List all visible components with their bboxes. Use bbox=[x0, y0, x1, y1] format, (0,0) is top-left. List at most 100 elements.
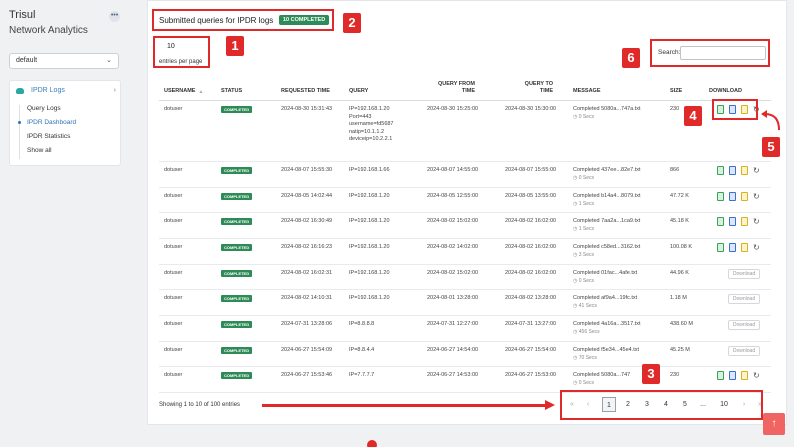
message-duration: ◷ 3 Secs bbox=[573, 251, 595, 258]
cell-requested-time: 2024-08-07 15:55:30 bbox=[281, 167, 333, 173]
csv-file-icon[interactable] bbox=[717, 371, 724, 380]
cell-query-to: 2024-06-27 15:54:00 bbox=[505, 347, 557, 353]
csv-file-icon[interactable] bbox=[717, 166, 724, 175]
nav-section-ipdr-logs[interactable]: IPDR Logs › bbox=[16, 87, 116, 99]
refresh-icon[interactable]: ↻ bbox=[753, 217, 762, 226]
annotation-box-6 bbox=[650, 39, 770, 67]
cell-query-to: 2024-08-30 15:30:00 bbox=[505, 106, 557, 112]
pdf-file-icon[interactable] bbox=[741, 192, 748, 201]
cell-query-from: 2024-08-30 15:25:00 bbox=[427, 106, 479, 112]
col-message[interactable]: MESSAGE bbox=[573, 88, 601, 95]
workspace-select[interactable]: default ⌄ bbox=[9, 53, 119, 69]
message-text: Completed 437ee...82e7.txt bbox=[573, 167, 641, 173]
cell-size: 230 bbox=[670, 106, 680, 112]
ellipsis-icon[interactable]: ••• bbox=[109, 11, 120, 22]
annotation-marker bbox=[367, 440, 377, 447]
cell-query-from: 2024-08-02 15:02:00 bbox=[427, 270, 479, 276]
status-badge: COMPLETED bbox=[221, 321, 253, 328]
cell-requested-time: 2024-06-27 15:54:09 bbox=[281, 347, 333, 353]
message-duration: ◷ 0 Secs bbox=[573, 113, 595, 120]
col-username[interactable]: USERNAME ▲ bbox=[164, 88, 203, 95]
cell-size: 44.96 K bbox=[670, 270, 689, 276]
status-badge: COMPLETED bbox=[221, 218, 253, 225]
cell-query-from: 2024-08-05 12:55:00 bbox=[427, 193, 479, 199]
download-button[interactable]: Download bbox=[728, 320, 760, 330]
cell-requested-time: 2024-08-02 16:30:49 bbox=[281, 218, 333, 224]
refresh-icon[interactable]: ↻ bbox=[753, 192, 762, 201]
cell-username: dotuser bbox=[164, 106, 183, 112]
pdf-file-icon[interactable] bbox=[741, 217, 748, 226]
status-badge: COMPLETED bbox=[221, 106, 253, 113]
doc-file-icon[interactable] bbox=[729, 217, 736, 226]
showing-entries: Showing 1 to 10 of 100 entries bbox=[159, 402, 241, 408]
refresh-icon[interactable]: ↻ bbox=[753, 243, 762, 252]
cell-username: dotuser bbox=[164, 347, 183, 353]
doc-file-icon[interactable] bbox=[729, 166, 736, 175]
message-text: Completed 5080a...747a.txt bbox=[573, 106, 641, 112]
message-text: Completed 01fac...4afe.txt bbox=[573, 270, 638, 276]
cell-query-to: 2024-08-02 13:28:00 bbox=[505, 295, 557, 301]
col-query-to[interactable]: QUERY TO TIME bbox=[515, 81, 553, 95]
workspace-select-value: default bbox=[16, 57, 38, 64]
doc-file-icon[interactable] bbox=[729, 243, 736, 252]
cell-query: IP=192.168.1.20 Port=443 username=fd5687… bbox=[349, 106, 394, 142]
pdf-file-icon[interactable] bbox=[741, 243, 748, 252]
table-row: dotuser COMPLETED 2024-08-02 16:16:23 IP… bbox=[159, 239, 771, 265]
csv-file-icon[interactable] bbox=[717, 192, 724, 201]
cell-size: 866 bbox=[670, 167, 680, 173]
download-button[interactable]: Download bbox=[728, 269, 760, 279]
refresh-icon[interactable]: ↻ bbox=[753, 166, 762, 175]
chevron-right-icon: › bbox=[113, 87, 116, 94]
cell-size: 438.60 M bbox=[670, 321, 693, 327]
nav-item-ipdr-dashboard[interactable]: IPDR Dashboard bbox=[27, 119, 76, 126]
pdf-file-icon[interactable] bbox=[741, 166, 748, 175]
nav-divider bbox=[19, 105, 20, 159]
cell-requested-time: 2024-07-31 13:28:06 bbox=[281, 321, 333, 327]
download-actions: ↻ bbox=[717, 166, 769, 176]
table-row: dotuser COMPLETED 2024-07-31 13:28:06 IP… bbox=[159, 316, 771, 342]
download-button[interactable]: Download bbox=[728, 346, 760, 356]
nav-panel: IPDR Logs › Query Logs IPDR Dashboard IP… bbox=[9, 80, 121, 166]
cell-username: dotuser bbox=[164, 167, 183, 173]
message-text: Completed 4a16a...3517.txt bbox=[573, 321, 641, 327]
table-row: dotuser COMPLETED 2024-08-07 15:55:30 IP… bbox=[159, 162, 771, 188]
nav-item-ipdr-statistics[interactable]: IPDR Statistics bbox=[27, 133, 70, 140]
cell-query: IP=8.8.8.8 bbox=[349, 321, 375, 327]
table-row: dotuser COMPLETED 2024-08-05 14:02:44 IP… bbox=[159, 188, 771, 213]
annotation-tag-1: 1 bbox=[226, 36, 244, 56]
table-row: dotuser COMPLETED 2024-08-30 15:31:43 IP… bbox=[159, 101, 771, 162]
status-badge: COMPLETED bbox=[221, 244, 253, 251]
download-button[interactable]: Download bbox=[728, 294, 760, 304]
cell-message: Completed c58ed...3162.txt ◷ 3 Secs bbox=[573, 244, 640, 259]
nav-section-label: IPDR Logs bbox=[31, 87, 65, 94]
sidebar: Trisul Network Analytics ••• default ⌄ I… bbox=[0, 0, 133, 447]
active-dot-icon bbox=[18, 121, 21, 124]
cell-query-to: 2024-06-27 15:53:00 bbox=[505, 372, 557, 378]
cell-query: IP=8.8.4.4 bbox=[349, 347, 375, 353]
col-size[interactable]: SIZE bbox=[670, 88, 682, 95]
cell-requested-time: 2024-08-02 16:02:31 bbox=[281, 270, 333, 276]
cell-username: dotuser bbox=[164, 372, 183, 378]
message-duration: ◷ 0 Secs bbox=[573, 277, 595, 284]
nav-item-show-all[interactable]: Show all bbox=[27, 147, 52, 154]
nav-item-query-logs[interactable]: Query Logs bbox=[27, 105, 61, 112]
col-requested-time[interactable]: REQUESTED TIME bbox=[281, 88, 330, 95]
col-query[interactable]: QUERY bbox=[349, 88, 368, 95]
doc-file-icon[interactable] bbox=[729, 192, 736, 201]
doc-file-icon[interactable] bbox=[729, 371, 736, 380]
pdf-file-icon[interactable] bbox=[741, 371, 748, 380]
message-duration: ◷ 0 Secs bbox=[573, 174, 595, 181]
col-query-from[interactable]: QUERY FROM TIME bbox=[437, 81, 475, 95]
csv-file-icon[interactable] bbox=[717, 243, 724, 252]
annotation-arrow bbox=[262, 404, 547, 407]
cell-query-from: 2024-06-27 14:53:00 bbox=[427, 372, 479, 378]
cell-query-to: 2024-08-02 16:02:00 bbox=[505, 244, 557, 250]
col-status[interactable]: STATUS bbox=[221, 88, 242, 95]
status-badge: COMPLETED bbox=[221, 372, 253, 379]
refresh-icon[interactable]: ↻ bbox=[753, 371, 762, 380]
cell-size: 47.72 K bbox=[670, 193, 689, 199]
scroll-to-top-button[interactable]: ↑ bbox=[763, 413, 785, 435]
cell-message: Completed 4a16a...3517.txt ◷ 456 Secs bbox=[573, 321, 641, 336]
cell-username: dotuser bbox=[164, 270, 183, 276]
csv-file-icon[interactable] bbox=[717, 217, 724, 226]
